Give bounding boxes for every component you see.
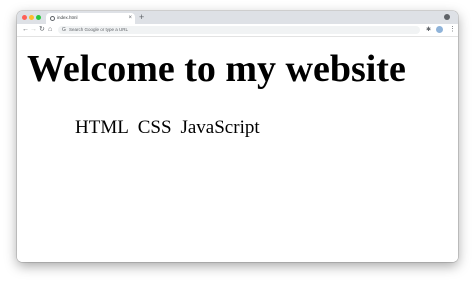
address-placeholder: Search Google or type a URL bbox=[69, 27, 129, 32]
extensions-icon[interactable]: ✱ bbox=[426, 26, 431, 34]
browser-window: index.html × + ← → ↻ ⌂ G Search Google o… bbox=[17, 11, 458, 262]
close-window-button[interactable] bbox=[22, 15, 27, 20]
nav-list: HTML CSS JavaScript bbox=[75, 116, 264, 140]
tab-title: index.html bbox=[57, 15, 78, 20]
nav-item-javascript: JavaScript bbox=[180, 117, 260, 138]
profile-avatar[interactable] bbox=[436, 26, 443, 33]
google-icon: G bbox=[62, 27, 66, 33]
close-tab-icon[interactable]: × bbox=[128, 15, 132, 21]
tab-index-html[interactable]: index.html × bbox=[46, 13, 135, 24]
menu-icon[interactable]: ⋮ bbox=[449, 25, 456, 34]
minimize-window-button[interactable] bbox=[29, 15, 34, 20]
back-button[interactable]: ← bbox=[22, 26, 29, 34]
tab-search-icon[interactable] bbox=[444, 14, 450, 20]
page-content: Welcome to my website HTML CSS JavaScrip… bbox=[17, 37, 458, 262]
new-tab-button[interactable]: + bbox=[139, 12, 144, 22]
forward-button[interactable]: → bbox=[30, 26, 37, 34]
nav-item-html: HTML bbox=[75, 117, 129, 138]
page-heading: Welcome to my website bbox=[27, 48, 406, 90]
zoom-window-button[interactable] bbox=[36, 15, 41, 20]
home-button[interactable]: ⌂ bbox=[48, 26, 52, 34]
reload-button[interactable]: ↻ bbox=[39, 26, 45, 34]
tab-strip: index.html × + bbox=[17, 11, 458, 24]
browser-toolbar: ← → ↻ ⌂ G Search Google or type a URL ✱ … bbox=[17, 24, 458, 37]
globe-icon bbox=[50, 16, 55, 21]
address-bar[interactable]: G Search Google or type a URL bbox=[58, 26, 420, 34]
nav-item-css: CSS bbox=[137, 117, 172, 138]
